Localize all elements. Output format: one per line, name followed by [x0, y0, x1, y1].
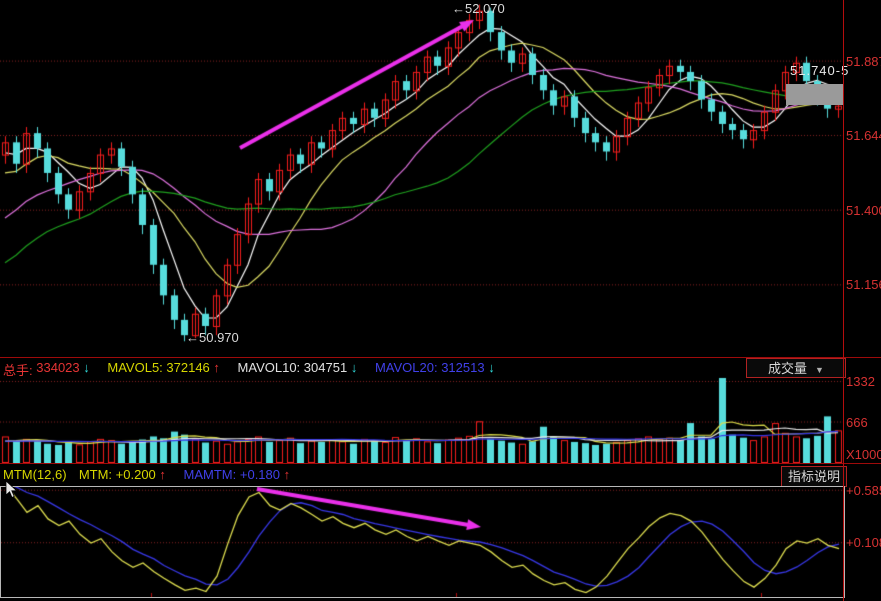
y-axis-label: 1332 [846, 374, 875, 389]
mouse-cursor [5, 481, 18, 499]
mtm-panel-frame [0, 486, 845, 598]
high-price-marker: ←52.070 [452, 1, 505, 16]
y-axis-label: 51.156 [846, 277, 881, 292]
down-arrow-icon: ↓ [488, 360, 495, 375]
volume-type-dropdown[interactable]: 成交量 ▼ [746, 358, 846, 378]
chevron-down-icon: ▼ [815, 365, 824, 375]
volume-chart[interactable] [0, 377, 844, 463]
low-price-value: 50.970 [199, 330, 239, 345]
mamtm-label: MAMTM: [184, 467, 237, 482]
down-arrow-icon: ↓ [83, 360, 90, 375]
mtm-title: MTM(12,6) [3, 467, 67, 482]
y-axis-label: 666 [846, 415, 868, 430]
candlestick-chart[interactable] [0, 0, 844, 357]
axis-divider [843, 0, 844, 601]
y-axis-label: 51.400 [846, 203, 881, 218]
mtm-value: +0.200 [116, 467, 156, 482]
mtm-chart[interactable] [1, 487, 844, 597]
y-axis-label: 51.887 [846, 54, 881, 69]
volume-header: 总手: 334023 ↓ MAVOL5: 372146 ↑ MAVOL10: 3… [3, 360, 495, 378]
volume-type-label: 成交量 [768, 361, 807, 376]
mtm-label: MTM: [79, 467, 112, 482]
indicator-help-button[interactable]: 指标说明 [781, 466, 847, 487]
up-arrow-icon: ↑ [284, 467, 291, 482]
mavol5-value: 372146 [166, 360, 209, 375]
mavol20-value: 312513 [441, 360, 484, 375]
marker-left-arrow-icon: ← [452, 1, 465, 16]
total-hands-label: 总手: [3, 363, 33, 378]
marker-left-arrow-icon: ← [186, 330, 199, 345]
down-arrow-icon: ↓ [351, 360, 358, 375]
up-arrow-icon: ↑ [159, 467, 166, 482]
volume-unit-label: X10000 [846, 447, 881, 462]
total-hands-value: 334023 [36, 360, 79, 375]
low-price-marker: ←50.970 [186, 330, 239, 345]
mavol20-label: MAVOL20: [375, 360, 438, 375]
stock-chart-app: 51.88751.64451.40051.156 ←52.070 ←50.970… [0, 0, 881, 601]
y-axis-label: +0.108 [846, 535, 881, 550]
high-price-value: 52.070 [465, 1, 505, 16]
up-arrow-icon: ↑ [213, 360, 220, 375]
y-axis-label: +0.585 [846, 483, 881, 498]
mtm-header: MTM(12,6) MTM: +0.200 ↑ MAMTM: +0.180 ↑ [3, 467, 290, 485]
mamtm-value: +0.180 [240, 467, 280, 482]
panel-separator [0, 463, 881, 464]
mavol10-value: 304751 [304, 360, 347, 375]
mavol10-label: MAVOL10: [238, 360, 301, 375]
y-axis-label: 51.644 [846, 128, 881, 143]
last-price-tag-box[interactable] [786, 84, 843, 105]
mavol5-label: MAVOL5: [107, 360, 162, 375]
last-price-tag-label: 51.740-5 [790, 63, 849, 78]
